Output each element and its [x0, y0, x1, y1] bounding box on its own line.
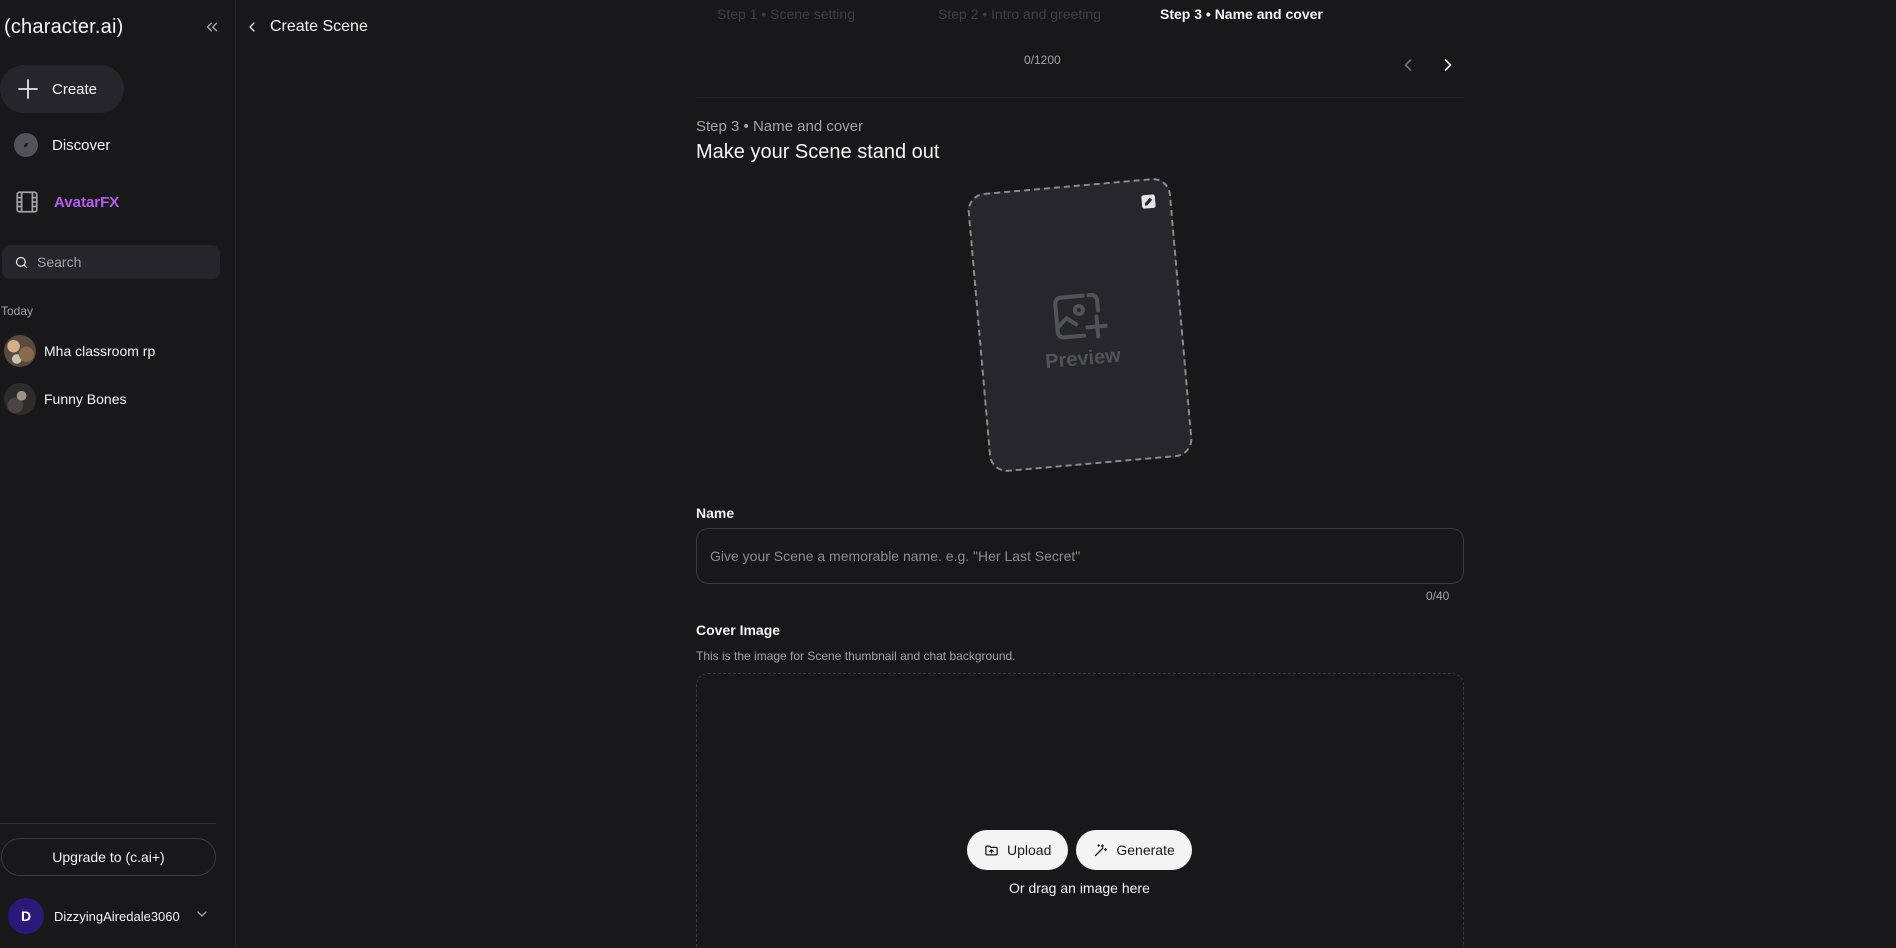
- preview-placeholder: Preview: [1039, 289, 1122, 374]
- cover-image-label: Cover Image: [696, 622, 781, 638]
- compass-icon: [14, 133, 38, 157]
- nav-avatarfx[interactable]: AvatarFX: [14, 189, 119, 215]
- plus-icon: [18, 79, 38, 99]
- chat-avatar: [4, 335, 36, 367]
- upload-label: Upload: [1007, 842, 1052, 858]
- chat-item[interactable]: Mha classroom rp: [4, 335, 155, 367]
- username: DizzyingAiredale3060: [54, 908, 180, 924]
- chevron-down-icon[interactable]: [194, 906, 210, 922]
- image-edit-icon[interactable]: [1139, 192, 1159, 212]
- step-3-tab[interactable]: Step 3 • Name and cover: [1160, 6, 1323, 22]
- user-avatar: D: [8, 898, 44, 934]
- upgrade-button[interactable]: Upgrade to (c.ai+): [1, 838, 216, 876]
- preview-card: Preview: [966, 176, 1194, 474]
- search-placeholder: Search: [37, 254, 82, 270]
- avatarfx-label: AvatarFX: [54, 193, 120, 211]
- cover-dropzone[interactable]: [696, 673, 1464, 948]
- step-2-tab[interactable]: Step 2 • Intro and greeting: [938, 6, 1101, 22]
- generate-label: Generate: [1116, 842, 1175, 858]
- page-title: Create Scene: [270, 18, 368, 35]
- sidebar: (character.ai) Create Discover AvatarFX …: [0, 0, 236, 948]
- chat-name: Funny Bones: [44, 391, 127, 407]
- name-input[interactable]: [696, 528, 1464, 584]
- magic-wand-icon: [1095, 843, 1108, 856]
- chevron-left-icon: [249, 22, 255, 32]
- divider: [696, 97, 1464, 98]
- section-today-label: Today: [1, 304, 34, 318]
- search-icon: [15, 256, 28, 268]
- create-label: Create: [52, 80, 98, 98]
- add-image-icon: [1053, 292, 1109, 340]
- preview-text: Preview: [1044, 344, 1122, 374]
- name-label: Name: [696, 505, 735, 521]
- cover-actions: Upload Generate: [967, 830, 1192, 870]
- film-icon: [16, 191, 38, 213]
- chat-item[interactable]: Funny Bones: [4, 383, 127, 415]
- search-box[interactable]: Search: [2, 245, 220, 279]
- chat-avatar: [4, 383, 36, 415]
- app-logo[interactable]: (character.ai): [4, 16, 124, 39]
- chevron-left-icon[interactable]: [1398, 55, 1418, 75]
- name-char-count: 0/40: [1426, 589, 1450, 603]
- discover-label: Discover: [52, 136, 111, 154]
- collapse-sidebar-icon[interactable]: [203, 18, 221, 36]
- char-counter: 0/1200: [1024, 53, 1061, 67]
- drag-hint: Or drag an image here: [1009, 880, 1150, 896]
- step-label: Step 3 • Name and cover: [696, 118, 864, 135]
- section-heading: Make your Scene stand out: [696, 141, 940, 163]
- user-menu[interactable]: D DizzyingAiredale3060: [8, 898, 180, 934]
- divider: [0, 823, 216, 824]
- chevron-right-icon[interactable]: [1438, 55, 1458, 75]
- create-button[interactable]: Create: [0, 65, 124, 113]
- folder-upload-icon: [985, 845, 998, 855]
- generate-button[interactable]: Generate: [1076, 830, 1192, 870]
- chat-name: Mha classroom rp: [44, 343, 156, 359]
- cover-image-description: This is the image for Scene thumbnail an…: [696, 649, 1016, 663]
- nav-discover[interactable]: Discover: [14, 133, 110, 157]
- upload-button[interactable]: Upload: [967, 830, 1069, 870]
- step-1-tab[interactable]: Step 1 • Scene setting: [717, 6, 855, 22]
- back-button[interactable]: Create Scene: [244, 18, 368, 36]
